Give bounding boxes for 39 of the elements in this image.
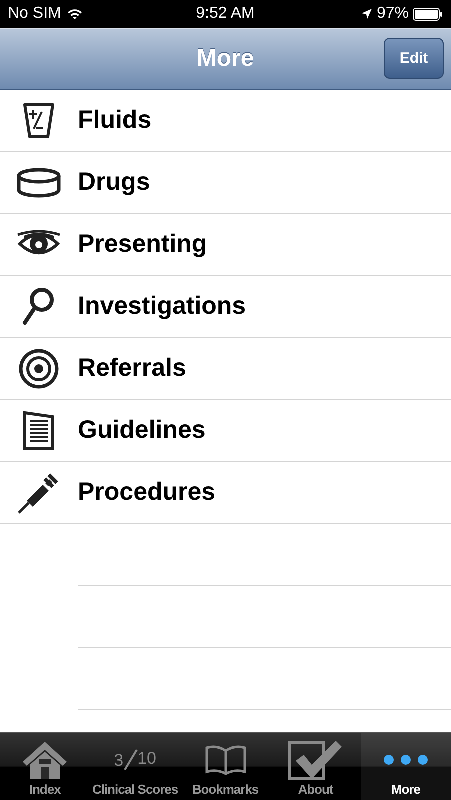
menu-row-label: Fluids: [78, 106, 152, 135]
target-icon: [19, 348, 59, 388]
menu-row-label: Guidelines: [78, 416, 206, 445]
search-icon: [22, 286, 56, 326]
fraction-slash-icon: [124, 749, 138, 771]
wifi-icon: [67, 8, 84, 20]
screen-title: More: [196, 45, 254, 73]
menu-row[interactable]: Referrals: [0, 338, 451, 400]
tab[interactable]: 3 10 Clinical Scores: [90, 733, 180, 800]
battery-percent-text: 97%: [376, 5, 409, 23]
tab[interactable]: More: [360, 733, 451, 800]
menu-row[interactable]: Investigations: [0, 276, 451, 338]
battery-icon: [413, 8, 443, 20]
syringe-icon: [17, 470, 61, 514]
score-denominator-text: 10: [138, 749, 156, 769]
tab[interactable]: About: [270, 733, 361, 800]
location-arrow-icon: [360, 8, 373, 20]
pill-container-icon: [17, 168, 61, 198]
menu-row-label: Procedures: [78, 478, 216, 507]
menu-row[interactable]: Presenting: [0, 214, 451, 276]
menu-row-label: Referrals: [78, 354, 186, 383]
menu-row-label: Drugs: [78, 168, 150, 197]
menu-row[interactable]: Procedures: [0, 462, 451, 524]
checkbox-icon: [288, 739, 344, 781]
house-icon: [22, 741, 68, 779]
carrier-text: No SIM: [8, 5, 62, 23]
menu-row[interactable]: Fluids: [0, 90, 451, 152]
score-numerator-text: 3: [114, 751, 124, 771]
menu-row[interactable]: Drugs: [0, 152, 451, 214]
tab[interactable]: Bookmarks: [180, 733, 271, 800]
more-icon: [382, 754, 429, 766]
clock-text: 9:52 AM: [196, 5, 255, 23]
menu-row-label: Investigations: [78, 292, 246, 321]
menu-row[interactable]: Guidelines: [0, 400, 451, 462]
tab[interactable]: Index: [0, 733, 90, 800]
book-icon: [204, 745, 246, 775]
menu-row-label: Presenting: [78, 230, 208, 259]
document-icon: [22, 410, 56, 450]
edit-button[interactable]: Edit: [384, 38, 444, 79]
